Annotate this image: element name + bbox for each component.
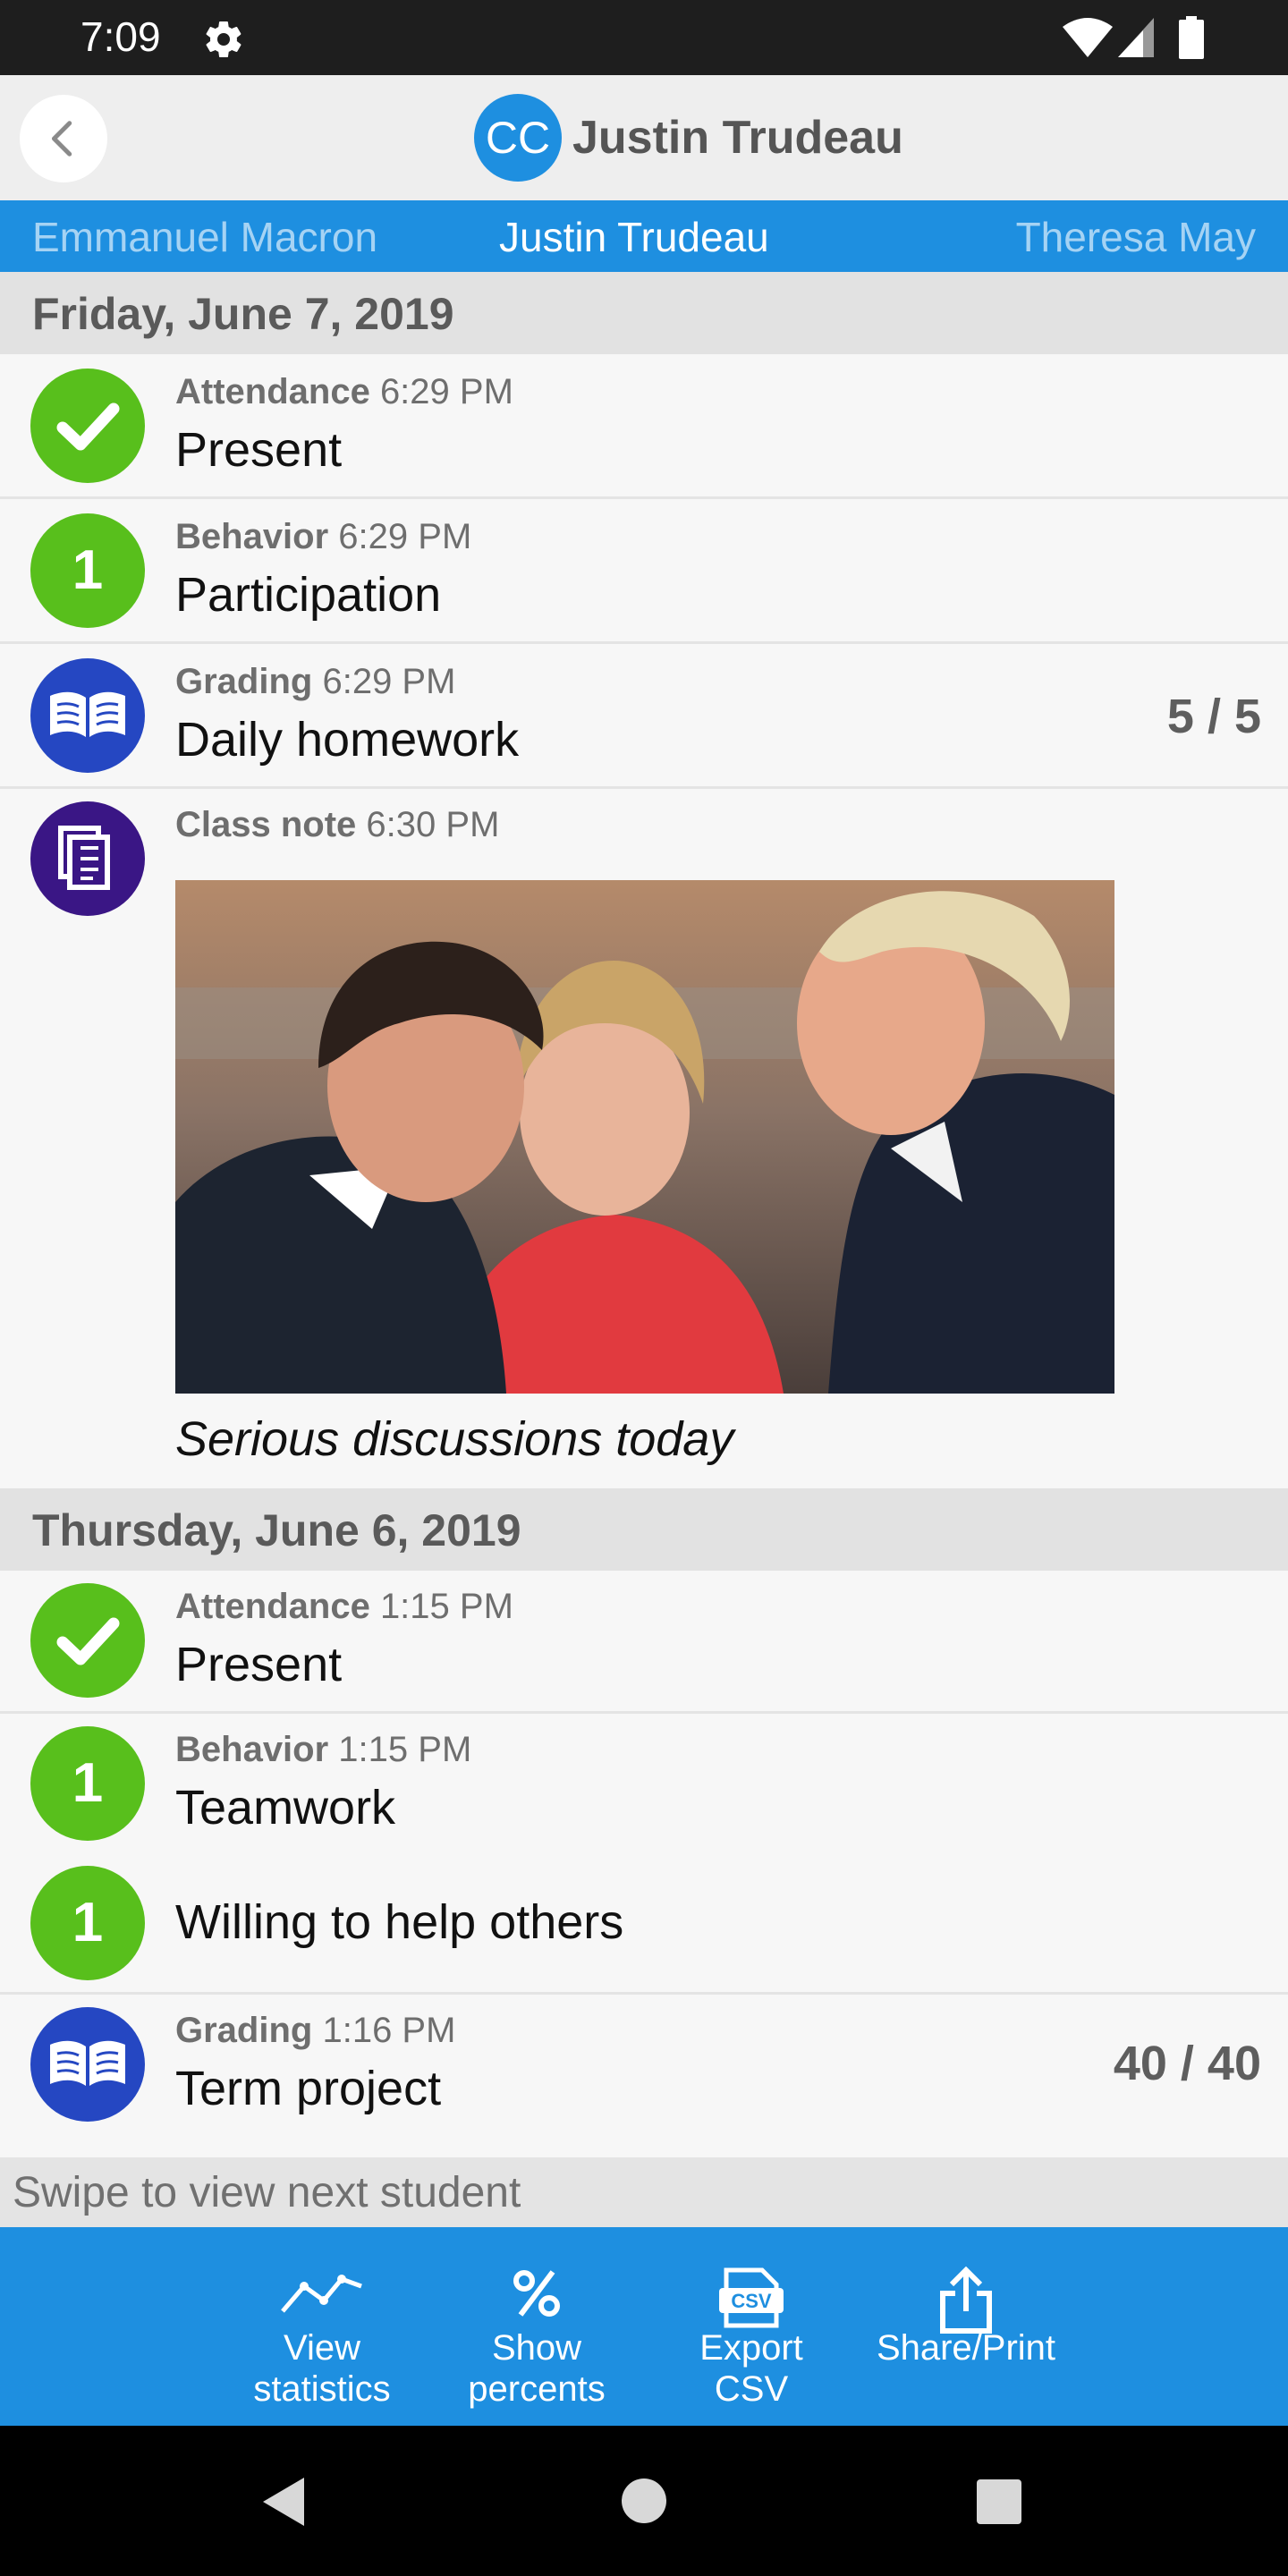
page-title: Justin Trudeau (572, 112, 903, 164)
list-item-behavior[interactable]: 1 Behavior 6:29 PM Participation (0, 499, 1288, 644)
entry-value: Participation (175, 568, 442, 622)
tool-label: percents (468, 2369, 606, 2409)
swipe-hint-text: Swipe to view next student (13, 2169, 521, 2216)
entry-time: 6:29 PM (338, 517, 472, 556)
date-header: Friday, June 7, 2019 (0, 272, 1288, 354)
show-percents-button[interactable]: Show percents (447, 2227, 626, 2426)
grade-score: 40 / 40 (1113, 2037, 1261, 2090)
nav-recents-icon[interactable] (977, 2479, 1021, 2524)
behavior-points: 1 (72, 1752, 104, 1814)
list-item-behavior[interactable]: 1 Behavior 1:15 PM Teamwork 1 Willing to… (0, 1714, 1288, 1995)
behavior-points: 1 (72, 539, 104, 601)
chevron-left-icon (51, 121, 72, 157)
grade-score: 5 / 5 (1166, 690, 1261, 743)
percent-icon (513, 2270, 560, 2317)
export-csv-button[interactable]: CSV Export CSV (662, 2227, 841, 2426)
list-item-attendance[interactable]: Attendance 1:15 PM Present (0, 1571, 1288, 1714)
csv-icon: CSV (719, 2267, 784, 2328)
entry-value: Present (175, 423, 343, 477)
tool-label: Export (699, 2328, 803, 2368)
student-tabs: Emmanuel Macron Justin Trudeau Theresa M… (0, 200, 1288, 272)
entry-type: Grading (175, 662, 313, 701)
status-bar: 7:09 (0, 0, 1288, 75)
tool-label: statistics (253, 2369, 391, 2409)
entry-type: Behavior (175, 1730, 329, 1769)
list-item-grading[interactable]: Grading 6:29 PM Daily homework 5 / 5 (0, 644, 1288, 789)
notes-icon (30, 801, 145, 916)
date-label: Thursday, June 6, 2019 (32, 1505, 521, 1555)
entry-value: Present (175, 1638, 343, 1691)
entry-value: Daily homework (175, 713, 520, 767)
cell-signal-icon (1118, 18, 1154, 57)
class-note-photo[interactable] (175, 880, 1114, 1394)
entry-time: 1:16 PM (322, 2011, 456, 2050)
tool-label: CSV (714, 2369, 789, 2409)
app-bar: CC Justin Trudeau (0, 75, 1288, 200)
entry-type: Attendance (175, 372, 370, 411)
bottom-toolbar: View statistics Show percents CSV Export CS… (0, 2227, 1288, 2426)
date-label: Friday, June 7, 2019 (32, 289, 454, 339)
list-item-grading[interactable]: Grading 1:16 PM Term project 40 / 40 (0, 1995, 1288, 2157)
app-title-group: CC Justin Trudeau (474, 93, 903, 182)
behavior-points: 1 (72, 1892, 104, 1953)
status-time: 7:09 (80, 13, 161, 60)
share-icon (940, 2267, 992, 2334)
wifi-icon (1063, 18, 1113, 57)
statistics-icon (281, 2275, 362, 2313)
checkmark-icon (30, 369, 145, 483)
photo-caption: Serious discussions today (175, 1412, 734, 1466)
system-nav-bar (0, 2426, 1288, 2576)
tab-previous-student[interactable]: Emmanuel Macron (32, 213, 377, 261)
tool-label: View (284, 2328, 360, 2368)
gear-icon (206, 21, 242, 58)
entry-time: 6:30 PM (366, 805, 500, 844)
share-print-button[interactable]: Share/Print (859, 2227, 1073, 2426)
swipe-hint-bar: Swipe to view next student (0, 2157, 1288, 2227)
tab-next-student[interactable]: Theresa May (1016, 213, 1256, 261)
entry-time: 1:15 PM (338, 1730, 472, 1769)
tool-label: Show (491, 2328, 582, 2368)
entry-type: Attendance (175, 1587, 370, 1626)
entry-time: 6:29 PM (322, 662, 456, 701)
book-icon (30, 2007, 145, 2122)
entry-value: Teamwork (175, 1781, 396, 1835)
class-badge: CC (474, 94, 562, 182)
book-icon (30, 658, 145, 773)
entry-value: Term project (175, 2062, 442, 2115)
entry-type: Grading (175, 2011, 313, 2050)
view-statistics-button[interactable]: View statistics (233, 2227, 411, 2426)
nav-back-icon[interactable] (259, 2476, 306, 2528)
entry-type: Class note (175, 805, 357, 844)
tool-label: Share/Print (876, 2328, 1056, 2368)
behavior-point-icon: 1 (30, 1866, 145, 1980)
entry-time: 6:29 PM (379, 372, 513, 411)
tab-current-student[interactable]: Justin Trudeau (499, 213, 769, 261)
behavior-point-icon: 1 (30, 1726, 145, 1841)
entry-type: Behavior (175, 517, 329, 556)
nav-home-icon[interactable] (621, 2478, 667, 2524)
entry-time: 1:15 PM (379, 1587, 513, 1626)
back-button[interactable] (20, 95, 107, 182)
battery-icon (1179, 16, 1204, 59)
date-header: Thursday, June 6, 2019 (0, 1488, 1288, 1571)
list-item-attendance[interactable]: Attendance 6:29 PM Present (0, 354, 1288, 499)
behavior-point-icon: 1 (30, 513, 145, 628)
svg-text:CSV: CSV (731, 2290, 772, 2312)
entry-value: Willing to help others (175, 1895, 624, 1949)
checkmark-icon (30, 1583, 145, 1698)
